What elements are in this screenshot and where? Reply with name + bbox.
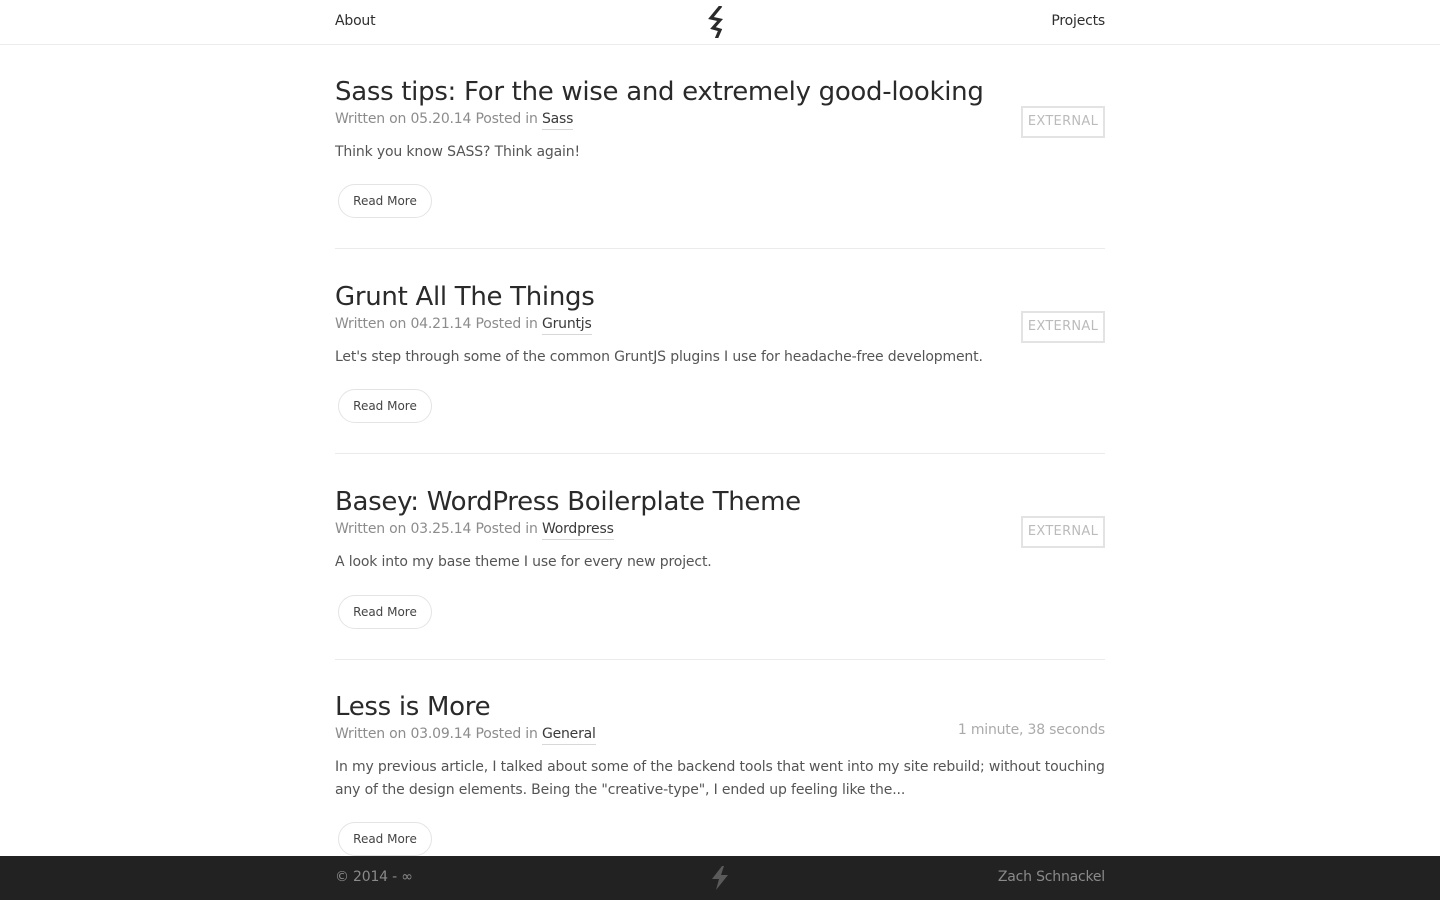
post-divider <box>335 248 1105 249</box>
read-more-button[interactable]: Read More <box>338 184 432 218</box>
post-title[interactable]: Basey: WordPress Boilerplate Theme <box>335 486 1105 518</box>
post-title[interactable]: Sass tips: For the wise and extremely go… <box>335 76 1105 108</box>
external-badge: EXTERNAL <box>1021 311 1105 343</box>
post-excerpt: A look into my base theme I use for ever… <box>335 554 712 570</box>
post-item: Basey: WordPress Boilerplate Theme Writt… <box>335 486 1105 574</box>
post-divider <box>335 659 1105 660</box>
nav-about-link[interactable]: About <box>335 13 376 29</box>
footer: © 2014 - ∞ Zach Schnackel <box>0 856 1440 900</box>
read-more-button[interactable]: Read More <box>338 595 432 629</box>
footer-author-link[interactable]: Zach Schnackel <box>998 869 1105 885</box>
post-item: Less is More Written on 03.09.14 Posted … <box>335 691 1105 802</box>
external-badge: EXTERNAL <box>1021 516 1105 548</box>
post-item: Sass tips: For the wise and extremely go… <box>335 76 1105 164</box>
lightning-bolt-logo-icon[interactable] <box>707 6 733 38</box>
post-category-link[interactable]: Wordpress <box>541 521 614 540</box>
read-more-button[interactable]: Read More <box>338 822 432 856</box>
post-date: Written on 03.09.14 Posted in <box>335 726 538 742</box>
post-meta: Written on 04.21.14 Posted in Gruntjs <box>335 314 1105 335</box>
post-category-link[interactable]: General <box>541 726 596 745</box>
read-time: 1 minute, 38 seconds <box>957 722 1105 738</box>
post-date: Written on 04.21.14 Posted in <box>335 316 538 332</box>
post-excerpt: In my previous article, I talked about s… <box>335 759 1105 798</box>
lightning-bolt-icon[interactable] <box>709 865 731 891</box>
post-divider <box>335 453 1105 454</box>
post-category-link[interactable]: Gruntjs <box>541 316 592 335</box>
post-title[interactable]: Grunt All The Things <box>335 281 1105 313</box>
top-navigation: About Projects <box>0 0 1440 45</box>
post-title[interactable]: Less is More <box>335 691 1105 723</box>
post-excerpt: Let's step through some of the common Gr… <box>335 349 983 365</box>
post-item: Grunt All The Things Written on 04.21.14… <box>335 281 1105 369</box>
post-date: Written on 05.20.14 Posted in <box>335 111 538 127</box>
post-category-link[interactable]: Sass <box>541 111 573 130</box>
external-badge: EXTERNAL <box>1021 106 1105 138</box>
post-excerpt: Think you know SASS? Think again! <box>335 144 580 160</box>
post-meta: Written on 03.25.14 Posted in Wordpress <box>335 519 1105 540</box>
nav-projects-link[interactable]: Projects <box>1051 13 1105 29</box>
footer-copyright: © 2014 - ∞ <box>335 869 413 885</box>
post-meta: Written on 05.20.14 Posted in Sass <box>335 109 1105 130</box>
post-date: Written on 03.25.14 Posted in <box>335 521 538 537</box>
read-more-button[interactable]: Read More <box>338 389 432 423</box>
